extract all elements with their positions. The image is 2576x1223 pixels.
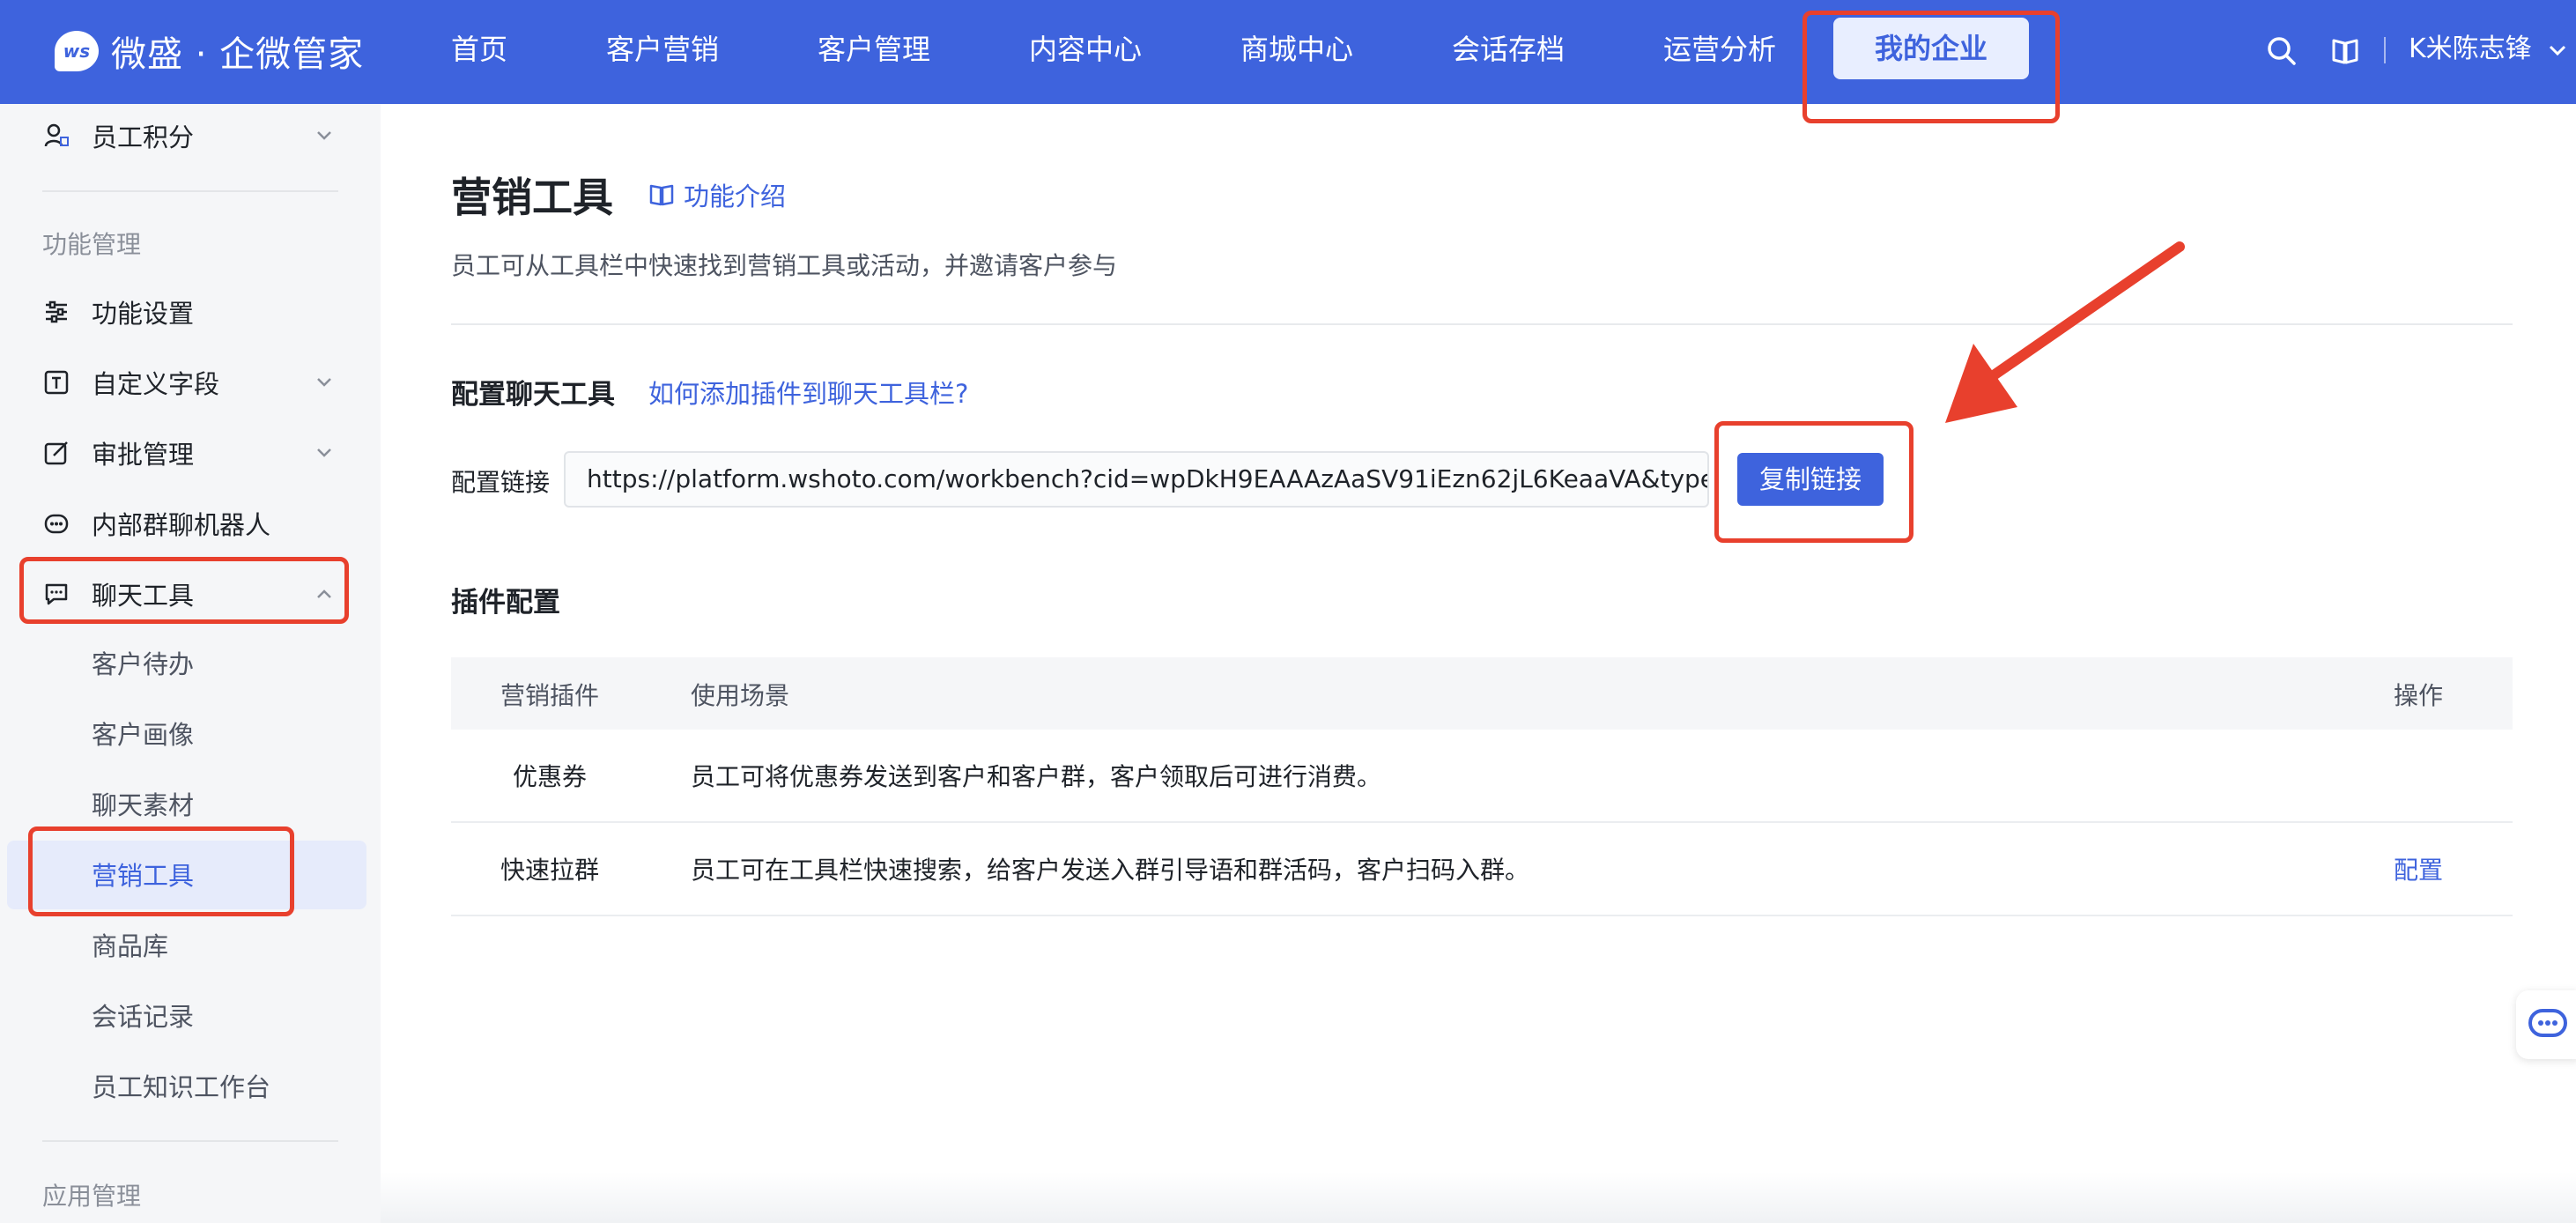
highlight-box-chat-tools	[19, 557, 349, 624]
book-icon[interactable]	[2324, 30, 2366, 72]
person-points-icon	[42, 122, 70, 150]
sidebar-item-label: 内部群聊机器人	[92, 510, 271, 540]
sidebar-item-label: 自定义字段	[92, 369, 220, 399]
configure-link[interactable]: 配置	[2380, 851, 2456, 886]
toolbar-divider	[2384, 37, 2386, 63]
bottom-shadow	[381, 1172, 2576, 1223]
table-row: 快速拉群 员工可在工具栏快速搜索，给客户发送入群引导语和群活码，客户扫码入群。 …	[451, 823, 2513, 916]
feature-intro-label: 功能介绍	[684, 182, 787, 211]
chevron-down-icon	[317, 131, 331, 140]
nav-operation-analysis[interactable]: 运营分析	[1663, 0, 1776, 104]
sidebar-item-approval[interactable]: 审批管理	[42, 428, 342, 478]
sidebar-subitem-knowledge-workbench[interactable]: 员工知识工作台	[92, 1063, 270, 1112]
edit-icon	[42, 439, 70, 467]
config-link-label: 配置链接	[451, 468, 551, 497]
config-section-title: 配置聊天工具	[451, 379, 615, 411]
plugin-name: 优惠券	[512, 762, 587, 791]
column-header-scene: 使用场景	[691, 681, 790, 710]
top-navbar: ws 微盛 · 企微管家 首页 客户营销 客户管理 内容中心 商城中心 会话存档…	[0, 0, 2576, 104]
sidebar-divider	[42, 190, 338, 192]
content-divider	[451, 323, 2513, 325]
nav-customer-management[interactable]: 客户管理	[818, 0, 930, 104]
app-name: 微盛 · 企微管家	[111, 34, 365, 75]
chevron-down-icon	[2550, 45, 2566, 56]
nav-session-archive[interactable]: 会话存档	[1452, 0, 1565, 104]
nav-content-center[interactable]: 内容中心	[1029, 0, 1142, 104]
column-header-plugin: 营销插件	[500, 681, 599, 710]
highlight-box-my-enterprise	[1802, 11, 2060, 123]
nav-home[interactable]: 首页	[451, 0, 507, 104]
sidebar-divider	[42, 1140, 338, 1142]
column-header-action: 操作	[2393, 681, 2443, 710]
nav-customer-marketing[interactable]: 客户营销	[606, 0, 719, 104]
sidebar-item-custom-fields[interactable]: 自定义字段	[42, 358, 342, 407]
sidebar-item-employee-points[interactable]: 员工积分	[42, 111, 342, 160]
chevron-down-icon	[317, 378, 331, 387]
sidebar-subitem-chat-materials[interactable]: 聊天素材	[92, 781, 194, 830]
plugin-scene: 员工可将优惠券发送到客户和客户群，客户领取后可进行消费。	[691, 762, 1382, 791]
user-menu[interactable]: K米陈志锋	[2409, 0, 2568, 104]
plugin-name: 快速拉群	[500, 856, 599, 885]
nav-mall-center[interactable]: 商城中心	[1240, 0, 1353, 104]
book-icon	[649, 184, 674, 206]
sidebar-item-function-settings[interactable]: 功能设置	[42, 287, 342, 337]
config-link-field[interactable]: https://platform.wshoto.com/workbench?ci…	[564, 451, 1709, 508]
annotation-arrow-icon	[1945, 241, 2185, 423]
logo-badge-icon: ws	[55, 31, 99, 71]
floating-assistant-button[interactable]	[2516, 990, 2576, 1059]
sliders-icon	[42, 298, 70, 326]
sidebar-subitem-customer-todo[interactable]: 客户待办	[92, 640, 194, 689]
sidebar-subitem-customer-profile[interactable]: 客户画像	[92, 710, 194, 760]
feature-intro-link[interactable]: 功能介绍	[648, 176, 786, 213]
chatbot-icon	[2528, 1009, 2567, 1037]
search-icon[interactable]	[2261, 30, 2303, 72]
plugin-section-title: 插件配置	[451, 587, 560, 619]
page-description: 员工可从工具栏中快速找到营销工具或活动，并邀请客户参与	[451, 251, 1118, 280]
sidebar-item-label: 审批管理	[92, 440, 195, 470]
sidebar-subitem-product-library[interactable]: 商品库	[92, 922, 168, 971]
user-name: K米陈志锋	[2409, 33, 2532, 64]
highlight-box-copy-button	[1714, 421, 1913, 543]
help-link-add-plugin[interactable]: 如何添加插件到聊天工具栏?	[648, 374, 968, 411]
chevron-down-icon	[317, 448, 331, 457]
sidebar-section-function: 功能管理	[42, 230, 142, 259]
table-header: 营销插件 使用场景 操作	[451, 657, 2513, 730]
sidebar-item-label: 功能设置	[92, 299, 195, 329]
plugin-scene: 员工可在工具栏快速搜索，给客户发送入群引导语和群活码，客户扫码入群。	[691, 856, 1530, 885]
sidebar-item-label: 员工积分	[92, 122, 195, 152]
table-row: 优惠券 员工可将优惠券发送到客户和客户群，客户领取后可进行消费。	[451, 730, 2513, 823]
robot-icon	[42, 509, 70, 537]
text-field-icon	[42, 368, 70, 397]
highlight-box-marketing-tools	[28, 826, 294, 916]
page-title: 营销工具	[451, 174, 613, 221]
sidebar-section-app: 应用管理	[42, 1182, 142, 1211]
sidebar-item-group-robot[interactable]: 内部群聊机器人	[42, 499, 342, 548]
app-logo[interactable]: ws 微盛 · 企微管家	[55, 25, 364, 78]
sidebar-subitem-session-records[interactable]: 会话记录	[92, 992, 194, 1041]
